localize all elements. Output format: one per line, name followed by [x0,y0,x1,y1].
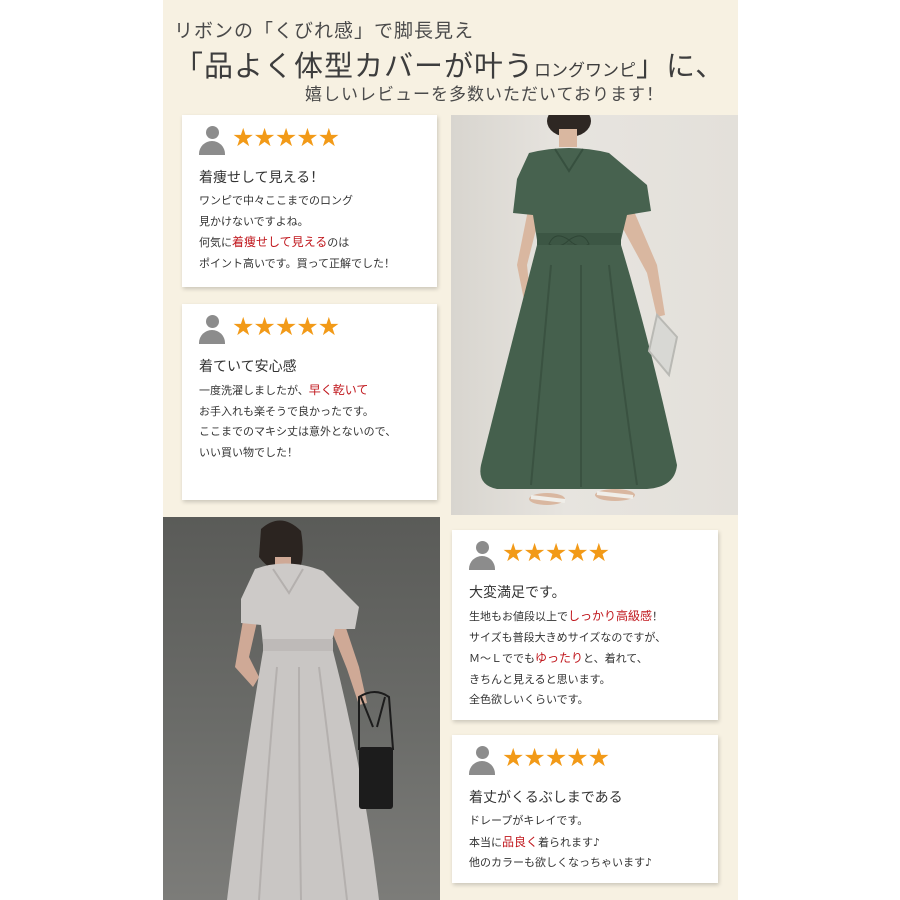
user-icon [199,315,225,345]
highlight-text: ゆったり [535,651,584,665]
highlight-text: 早く乾いて [308,383,369,397]
user-icon [469,541,495,571]
review-card: ★★★★★ 大変満足です。 生地もお値段以上でしっかり高級感！ サイズも普段大き… [452,530,718,720]
user-icon [199,126,225,156]
review-body: 一度洗濯しましたが、早く乾いて お手入れも楽そうで良かったです。 ここまでのマキ… [199,383,397,459]
review-body: ワンピで中々ここまでのロング 見かけないですよね。 何気に着痩せして見えるのは … [199,194,396,270]
rating-stars: ★★★★★ [232,312,340,341]
model-photo-gray-dress [163,517,440,900]
highlight-text: 品良く [502,834,539,849]
user-icon [469,746,495,776]
header-headline-end: 」に、 [636,49,726,83]
header-product: ロングワンピ [534,61,637,81]
header-line-3: 嬉しいレビューを多数いただいております！ [305,85,664,105]
header-line-1: リボンの「くびれ感」で脚長見え [174,20,475,42]
review-title: 着ていて安心感 [199,359,297,375]
review-title: 着痩せして見える！ [199,170,325,186]
header-headline: 「品よく体型カバーが叶う [174,49,535,83]
review-body: ドレープがキレイです。 本当に品良く着られます♪ 他のカラーも欲しくなっちゃいま… [469,814,653,869]
rating-stars: ★★★★★ [232,123,340,152]
review-card: ★★★★★ 着ていて安心感 一度洗濯しましたが、早く乾いて お手入れも楽そうで良… [182,304,437,500]
review-body: 生地もお値段以上でしっかり高級感！ サイズも普段大きめサイズなのですが、 Ｍ～Ｌ… [469,609,667,706]
rating-stars: ★★★★★ [502,538,610,567]
highlight-text: しっかり高級感 [568,609,653,623]
review-title: 着丈がくるぶしまである [469,790,623,806]
highlight-text: 着痩せして見える [232,235,328,249]
rating-stars: ★★★★★ [502,743,610,772]
review-card: ★★★★★ 着丈がくるぶしまである ドレープがキレイです。 本当に品良く着られま… [452,735,718,883]
review-title: 大変満足です。 [469,585,566,601]
header-line-2: 「品よく体型カバーが叶うロングワンピ」に、 [174,43,725,85]
model-photo-green-dress [451,115,738,515]
review-card: ★★★★★ 着痩せして見える！ ワンピで中々ここまでのロング 見かけないですよね… [182,115,437,287]
